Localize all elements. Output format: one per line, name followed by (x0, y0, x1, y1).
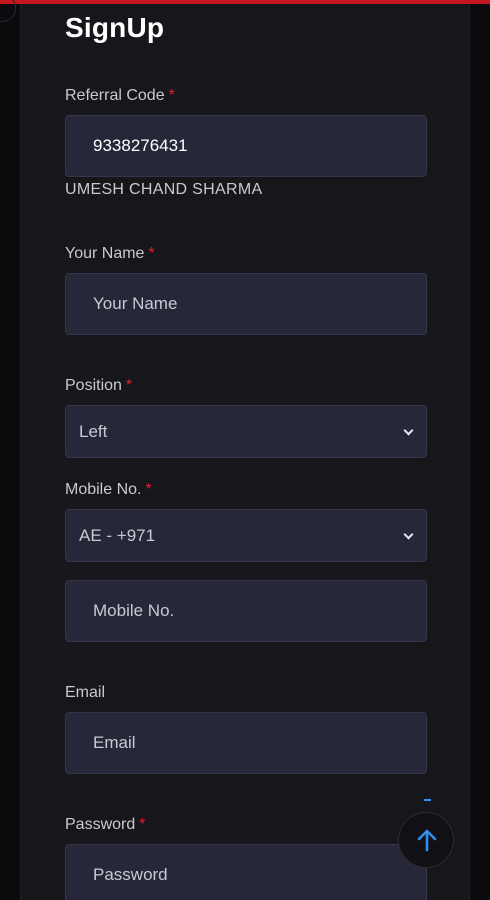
referral-code-input[interactable]: 9338276431 (65, 115, 427, 177)
mobile-label: Mobile No. * (65, 481, 152, 499)
mobile-label-text: Mobile No. (65, 481, 142, 498)
position-label: Position * (65, 377, 132, 395)
chevron-down-icon (403, 529, 414, 539)
sponsor-name: UMESH CHAND SHARMA (65, 181, 263, 198)
mobile-number-placeholder: Mobile No. (93, 601, 175, 620)
position-selected-value: Left (79, 421, 108, 441)
mobile-number-input[interactable]: Mobile No. (65, 580, 427, 642)
country-code-select[interactable]: AE - +971 (65, 509, 427, 562)
scroll-to-top-button[interactable] (398, 812, 454, 868)
arrow-up-icon (417, 829, 437, 852)
referral-code-label: Referral Code * (65, 87, 175, 105)
chevron-down-icon (403, 425, 414, 435)
your-name-placeholder: Your Name (93, 294, 178, 313)
email-label-text: Email (65, 684, 106, 701)
required-marker: * (125, 377, 133, 394)
required-marker: * (148, 245, 155, 262)
required-marker: * (168, 87, 175, 104)
required-marker: * (139, 816, 146, 833)
position-select[interactable]: Left (65, 405, 427, 458)
referral-code-label-text: Referral Code (65, 87, 165, 104)
required-marker: * (145, 481, 152, 498)
password-label-text: Password (65, 816, 136, 833)
email-label: Email (65, 684, 105, 702)
country-code-selected-value: AE - +971 (79, 525, 156, 545)
your-name-label-text: Your Name (65, 245, 145, 262)
password-input[interactable]: Password (65, 844, 427, 900)
corner-circle (0, 0, 16, 22)
email-placeholder: Email (93, 733, 136, 752)
your-name-label: Your Name * (65, 245, 155, 263)
password-label: Password * (65, 816, 145, 834)
position-label-text: Position (65, 377, 122, 394)
page-title: SignUp (65, 12, 165, 43)
email-input[interactable]: Email (65, 712, 427, 774)
your-name-input[interactable]: Your Name (65, 273, 427, 335)
referral-code-value: 9338276431 (93, 136, 188, 155)
password-placeholder: Password (93, 865, 168, 884)
scroll-progress-indicator (424, 799, 431, 801)
